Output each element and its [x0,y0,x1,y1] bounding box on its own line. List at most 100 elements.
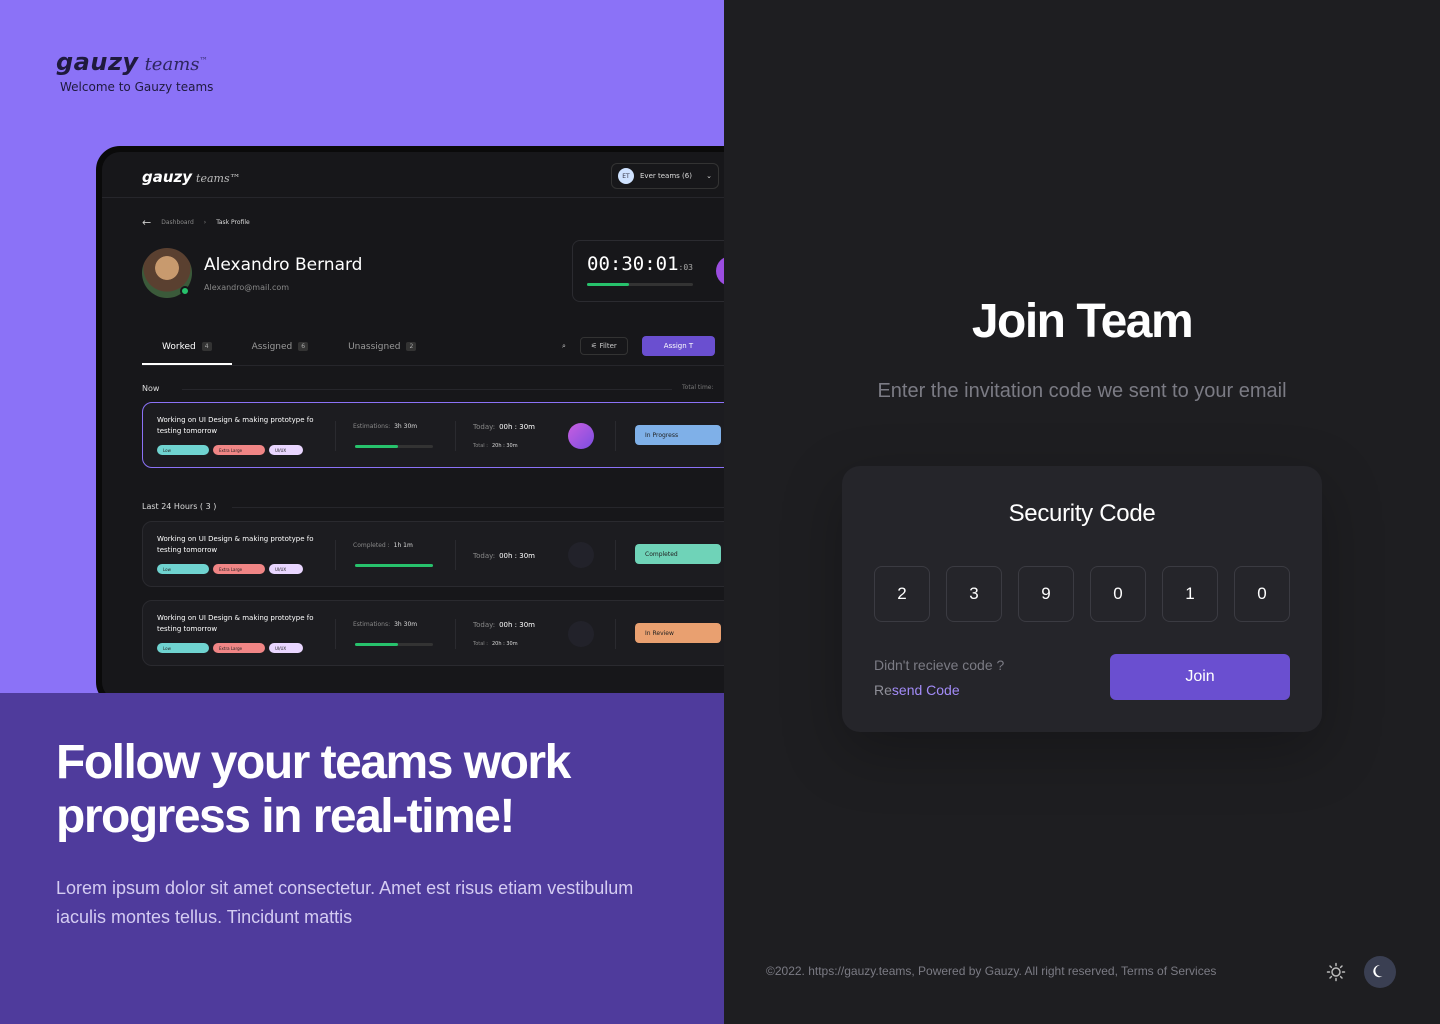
promo-heading: Follow your teams work progress in real-… [56,736,571,843]
code-digit-5[interactable]: 1 [1162,566,1218,622]
code-inputs: 2 3 9 0 1 0 [874,566,1290,622]
task-progress [355,445,433,448]
brand-logo: gauzy teams™ [56,48,213,76]
task-play-button [568,423,594,449]
task-tags: Low Extra Large UI/UX [157,564,303,574]
code-digit-3[interactable]: 9 [1018,566,1074,622]
task-status: In Review [635,623,721,643]
chevron-down-icon: ⌄ [706,172,712,180]
profile-name: Alexandro Bernard [204,254,363,275]
brand-tagline: Welcome to Gauzy teams [60,80,214,94]
team-avatar: ET [618,168,634,184]
divider [335,540,336,570]
tag-uiux: UI/UX [269,643,303,653]
task-tags: Low Extra Large UI/UX [157,445,303,455]
join-button[interactable]: Join [1110,654,1290,700]
sun-icon[interactable] [1320,956,1352,988]
preview-logo: gauzy teams™ [142,168,241,186]
brand: gauzy teams™ Welcome to Gauzy teams [56,48,213,94]
app-preview-device: gauzy teams™ ET Ever teams (6) ⌄ ← Dashbo… [96,146,724,706]
code-digit-6[interactable]: 0 [1234,566,1290,622]
task-status: In Progress [635,425,721,445]
preview-header: gauzy teams™ ET Ever teams (6) ⌄ [102,152,724,198]
task-estimation: Estimations: 3h 30m [353,423,418,430]
tag-low: Low [157,445,209,455]
task-card: Working on UI Design & making prototype … [142,600,724,666]
tab-unassigned: Unassigned 2 [328,332,436,365]
app-preview-screen: gauzy teams™ ET Ever teams (6) ⌄ ← Dashbo… [102,152,724,700]
back-arrow-icon: ← [142,216,152,229]
section-last-24h: Last 24 Hours ( 3 ) [142,502,217,511]
task-estimation: Estimations: 3h 30m [353,621,418,628]
timer-ms: :03 [678,263,693,272]
task-status: Completed [635,544,721,564]
task-title: Working on UI Design & making prototype … [157,416,314,435]
code-digit-1[interactable]: 2 [874,566,930,622]
task-play-button [568,542,594,568]
avatar [142,248,192,298]
task-today: Today: 00h : 30m [473,621,535,629]
timer-progress [587,283,693,286]
online-status-dot [180,286,190,296]
tab-worked: Worked 4 [142,332,232,365]
page-subtitle: Enter the invitation code we sent to you… [877,380,1287,402]
task-total: Total :20h : 30m [473,641,518,647]
theme-toggle [1320,956,1396,988]
divider [182,389,672,390]
task-tags: Low Extra Large UI/UX [157,643,303,653]
task-card: Working on UI Design & making prototype … [142,402,724,468]
divider [455,540,456,570]
team-select-label: Ever teams (6) [640,172,692,180]
tag-extra-large: Extra Large [213,643,265,653]
task-estimation: Completed :1h 1m [353,542,413,549]
divider [455,421,456,451]
divider [615,421,616,451]
tag-uiux: UI/UX [269,445,303,455]
preview-profile: Alexandro Bernard Alexandro@mail.com [142,248,362,298]
page-title: Join Team [971,295,1194,348]
tag-low: Low [157,643,209,653]
code-digit-4[interactable]: 0 [1090,566,1146,622]
assign-button: Assign T [641,336,716,356]
brand-name-light: teams™ [144,54,208,75]
task-total: Total :20h : 30m [473,443,518,449]
search-icon: ⌕ [562,341,566,350]
tag-uiux: UI/UX [269,564,303,574]
divider [232,507,724,508]
brand-name-bold: gauzy [56,48,139,76]
security-code-card: Security Code 2 3 9 0 1 0 Didn't recieve… [842,466,1322,732]
tag-extra-large: Extra Large [213,564,265,574]
code-digit-2[interactable]: 3 [946,566,1002,622]
section-now: Now [142,384,160,393]
divider [615,619,616,649]
divider [335,421,336,451]
task-progress [355,643,433,646]
preview-team-select: ET Ever teams (6) ⌄ [611,163,719,189]
divider [335,619,336,649]
card-title: Security Code [1008,500,1156,527]
total-time-label: Total time: [682,384,714,391]
moon-icon[interactable] [1364,956,1396,988]
resend-code-link[interactable]: Resend Code [874,682,960,698]
tag-low: Low [157,564,209,574]
preview-tools: ⌕ ⚟ Filter Assign T [562,336,716,356]
promo-panel: gauzy teams™ Welcome to Gauzy teams gauz… [0,0,724,1024]
profile-email: Alexandro@mail.com [204,282,290,292]
task-today: Today: 00h : 30m [473,552,535,560]
task-play-button [568,621,594,647]
resend-question: Didn't recieve code ? [874,657,1005,673]
tag-extra-large: Extra Large [213,445,265,455]
task-title: Working on UI Design & making prototype … [157,535,314,554]
promo-body: Lorem ipsum dolor sit amet consectetur. … [56,878,634,927]
preview-timer: 00:30:01:03 [572,240,724,302]
tab-assigned: Assigned 6 [232,332,329,365]
timer-value: 00:30:01 [587,253,679,275]
filter-button: ⚟ Filter [579,337,628,355]
task-card: Working on UI Design & making prototype … [142,521,724,587]
preview-breadcrumb: ← Dashboard › Task Profile [142,216,250,229]
divider [615,540,616,570]
task-title: Working on UI Design & making prototype … [157,614,314,633]
task-today: Today: 00h : 30m [473,423,535,431]
join-panel: Join Team Enter the invitation code we s… [724,0,1440,1024]
footer-text: ©2022. https://gauzy.teams, Powered by G… [766,964,1217,978]
